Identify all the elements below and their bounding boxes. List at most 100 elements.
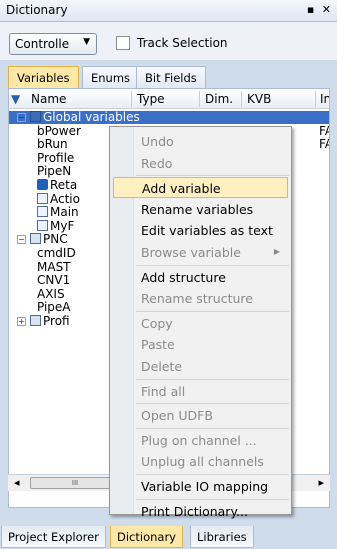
collapse-icon[interactable]: − bbox=[17, 113, 26, 122]
menu-item-unplug-all-channels[interactable]: Unplug all channels bbox=[113, 451, 288, 472]
menu-item-label: Paste bbox=[141, 337, 175, 353]
menu-separator bbox=[136, 474, 289, 475]
column-separator bbox=[199, 91, 200, 107]
context-menu: Undo Redo Add variable Rename variables Edit… bbox=[109, 126, 292, 519]
collapse-icon[interactable]: − bbox=[17, 235, 26, 245]
dropdown-value: Controlle bbox=[15, 37, 70, 51]
menu-item-print-dictionary[interactable]: Print Dictionary... bbox=[113, 501, 288, 522]
column-kvb[interactable]: KVB bbox=[247, 92, 271, 106]
variable-name: PipeA bbox=[37, 300, 71, 315]
table-row[interactable]: − Global variables bbox=[9, 110, 329, 124]
variable-name: Global variables bbox=[43, 110, 140, 124]
column-dim[interactable]: Dim. bbox=[205, 92, 233, 106]
menu-item-browse-variable[interactable]: Browse variable ▶ bbox=[113, 242, 288, 263]
filter-icon[interactable]: ▼ bbox=[11, 92, 20, 106]
menu-item-label: Add variable bbox=[142, 181, 221, 197]
menu-item-label: Copy bbox=[141, 315, 173, 331]
tab-variables[interactable]: Variables bbox=[8, 66, 79, 88]
pnc-icon bbox=[30, 315, 41, 326]
variable-name: CNV1 bbox=[37, 273, 71, 288]
track-selection-label: Track Selection bbox=[137, 36, 228, 50]
variable-name: Reta bbox=[50, 178, 78, 192]
pnc-icon bbox=[30, 233, 41, 245]
column-separator bbox=[131, 91, 132, 107]
menu-separator bbox=[136, 264, 289, 266]
scroll-thumb[interactable]: III bbox=[30, 477, 120, 489]
menu-item-label: Print Dictionary... bbox=[141, 503, 248, 519]
menu-item-plug-on-channel[interactable]: Plug on channel ... bbox=[113, 430, 288, 451]
tab-libraries[interactable]: Libraries bbox=[190, 526, 254, 548]
menu-item-variable-io-mapping[interactable]: Variable IO mapping bbox=[113, 476, 288, 497]
pin-icon[interactable]: ▪ bbox=[307, 3, 314, 16]
menu-separator bbox=[136, 175, 289, 177]
menu-item-rename-structure[interactable]: Rename structure bbox=[113, 288, 288, 309]
menu-item-label: Undo bbox=[141, 134, 174, 149]
menu-item-add-variable[interactable]: Add variable bbox=[113, 177, 288, 199]
menu-item-label: Plug on channel ... bbox=[141, 432, 257, 448]
panel-titlebar: Dictionary ▪ ✕ bbox=[0, 0, 337, 22]
controller-dropdown[interactable]: Controlle ▼ bbox=[9, 33, 97, 55]
grid-header: ▼ Name Type Dim. KVB In bbox=[9, 89, 329, 109]
variable-initial-value: FA bbox=[319, 123, 329, 138]
track-selection-checkbox[interactable] bbox=[116, 36, 130, 50]
variable-name: MyF bbox=[50, 218, 75, 233]
variable-name: MAST bbox=[37, 259, 71, 274]
tab-dictionary[interactable]: Dictionary bbox=[110, 526, 183, 548]
variable-name: cmdID bbox=[37, 246, 76, 260]
menu-separator bbox=[136, 310, 289, 312]
variable-name: Profile bbox=[37, 150, 75, 165]
tab-enums[interactable]: Enums bbox=[82, 66, 140, 88]
menu-item-label: Rename variables bbox=[141, 201, 254, 217]
doc-icon bbox=[37, 206, 48, 218]
scroll-right-icon[interactable]: ▸ bbox=[318, 476, 324, 489]
variable-name: PipeN bbox=[37, 164, 72, 179]
retain-icon bbox=[37, 179, 48, 190]
menu-item-label: Unplug all channels bbox=[141, 454, 264, 470]
close-icon[interactable]: ✕ bbox=[322, 3, 331, 16]
variable-name: PNC bbox=[43, 232, 68, 247]
menu-separator bbox=[136, 498, 289, 500]
menu-item-label: Find all bbox=[141, 383, 186, 399]
menu-item-find-all[interactable]: Find all bbox=[113, 381, 288, 402]
menu-item-label: Delete bbox=[141, 359, 183, 374]
menu-item-add-structure[interactable]: Add structure bbox=[113, 267, 288, 288]
column-separator bbox=[241, 91, 242, 107]
menu-item-delete[interactable]: Delete bbox=[113, 356, 288, 377]
column-type[interactable]: Type bbox=[137, 92, 165, 106]
expand-icon[interactable]: + bbox=[17, 317, 26, 326]
column-name[interactable]: Name bbox=[31, 92, 66, 106]
variable-name: bPower bbox=[37, 123, 81, 138]
menu-item-open-udfb[interactable]: Open UDFB bbox=[113, 405, 288, 426]
global-icon bbox=[30, 111, 41, 122]
panel-title: Dictionary bbox=[6, 3, 68, 17]
doc-icon bbox=[37, 192, 48, 204]
menu-item-rename-variables[interactable]: Rename variables bbox=[113, 199, 288, 220]
menu-item-label: Open UDFB bbox=[141, 408, 213, 424]
tab-bit-fields[interactable]: Bit Fields bbox=[136, 66, 206, 88]
tab-project-explorer[interactable]: Project Explorer bbox=[1, 526, 106, 548]
variable-name: bRun bbox=[37, 137, 68, 152]
variable-name: Main bbox=[50, 205, 79, 220]
menu-item-paste[interactable]: Paste bbox=[113, 334, 288, 355]
menu-item-copy[interactable]: Copy bbox=[113, 313, 288, 334]
menu-item-label: Browse variable bbox=[141, 245, 241, 260]
column-in[interactable]: In bbox=[320, 92, 329, 106]
variable-initial-value: FA bbox=[319, 137, 329, 152]
menu-item-redo[interactable]: Redo bbox=[113, 153, 288, 174]
chevron-down-icon: ▼ bbox=[83, 37, 90, 47]
variable-name: Profi bbox=[43, 314, 70, 328]
menu-separator bbox=[136, 427, 289, 429]
menu-item-label: Redo bbox=[141, 155, 173, 171]
menu-item-label: Variable IO mapping bbox=[141, 479, 269, 494]
menu-item-label: Add structure bbox=[141, 269, 226, 285]
scroll-left-icon[interactable]: ◂ bbox=[14, 476, 20, 489]
menu-item-label: Rename structure bbox=[141, 291, 253, 307]
menu-separator bbox=[136, 378, 289, 380]
column-separator bbox=[315, 91, 316, 107]
variable-name: AXIS bbox=[37, 286, 65, 301]
variable-name: Actio bbox=[50, 191, 80, 206]
dictionary-toolbar: Controlle ▼ Track Selection bbox=[0, 22, 337, 60]
menu-separator bbox=[136, 403, 289, 405]
menu-item-undo[interactable]: Undo bbox=[113, 131, 288, 152]
menu-item-edit-variables-as-text[interactable]: Edit variables as text bbox=[113, 220, 288, 241]
